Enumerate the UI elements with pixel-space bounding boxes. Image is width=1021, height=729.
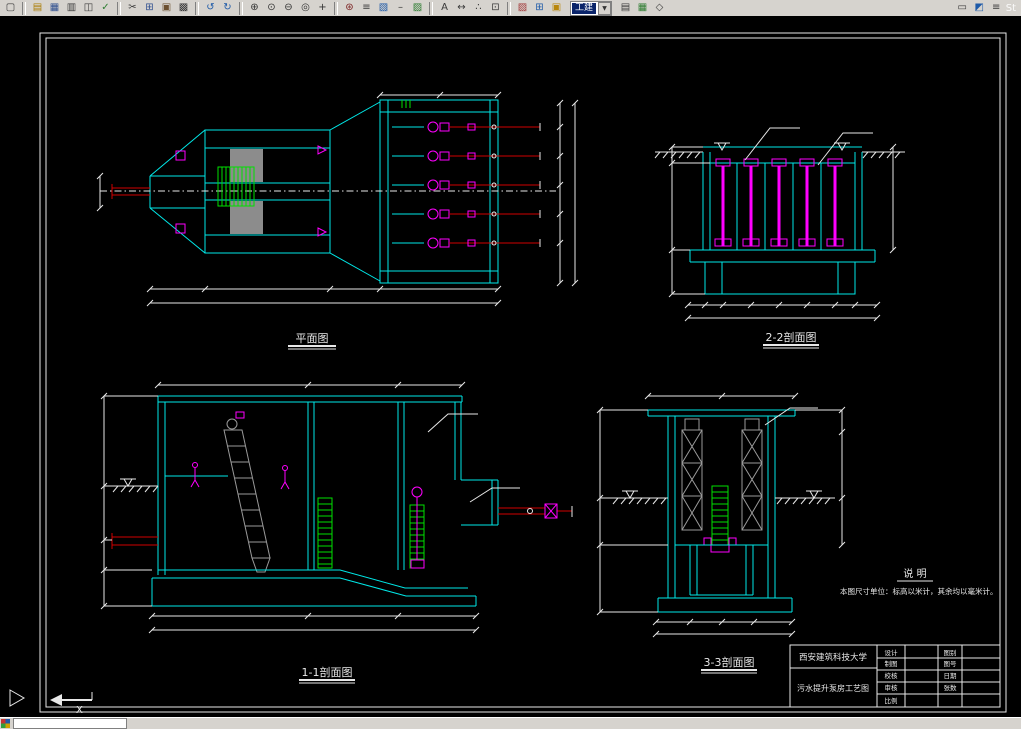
pump-section-1-1 — [410, 486, 425, 569]
copy-icon[interactable]: ⊞ — [141, 0, 158, 16]
title-cell-sheet-type: 图别 — [944, 648, 957, 657]
toolbar-separator — [507, 1, 511, 15]
save-drawing-icon[interactable]: ▦ — [46, 0, 63, 16]
print-preview-icon[interactable]: ◫ — [80, 0, 97, 16]
toolbar-separator — [117, 1, 121, 15]
layer-properties-icon[interactable]: ▧ — [375, 0, 392, 16]
section-1-1-dimensions — [100, 381, 520, 634]
dimension-style-icon[interactable]: ↔ — [453, 0, 470, 16]
zoom-realtime-icon[interactable]: ⊙ — [263, 0, 280, 16]
drawing-canvas-svg[interactable]: 平面图 2-2剖面图 1-1剖面图 3-3剖面图 说 明 本图尺寸单位：标高以米… — [0, 16, 1021, 718]
pump-row — [392, 150, 541, 162]
section-1-1-drawing: 1-1剖面图 — [100, 381, 573, 684]
object-snap-icon[interactable]: ◇ — [651, 0, 669, 16]
toolbar-separator — [239, 1, 243, 15]
section-2-2-drawing: 2-2剖面图 — [654, 127, 905, 349]
section-3-3-drawing: 3-3剖面图 — [596, 392, 846, 674]
water-level-symbol — [120, 478, 136, 488]
toolbar-separator — [334, 1, 338, 15]
command-input[interactable] — [13, 718, 127, 729]
title-cell-sheet-no: 图号 — [944, 660, 958, 668]
plan-view-drawing: 平面图 — [96, 91, 579, 350]
section-2-2-label: 2-2剖面图 — [766, 330, 817, 344]
pump-row — [392, 208, 541, 220]
layer-dropdown[interactable]: 工建 ▼ — [570, 0, 613, 16]
section-3-3-label: 3-3剖面图 — [704, 655, 755, 669]
inlet-pipe-section — [111, 533, 158, 549]
title-cell-scale: 比例 — [885, 696, 898, 705]
title-block-university: 西安建筑科技大学 — [799, 652, 868, 663]
vertical-pumps-section — [714, 158, 844, 247]
plan-dimensions — [96, 91, 579, 307]
make-block-icon[interactable]: ⊞ — [531, 0, 548, 16]
paste-icon[interactable]: ▣ — [158, 0, 175, 16]
drawing-frame — [39, 32, 1007, 713]
title-cell-draft: 制图 — [885, 659, 898, 668]
units-icon[interactable]: ⊡ — [487, 0, 504, 16]
title-block: 西安建筑科技大学 污水提升泵房工艺图 设计 制图 校核 审核 比例 图别 图号 … — [789, 644, 1001, 708]
toolbar-left-icons: ▢ ▤ ▦ ▥ ◫ ✓ ✂ ⊞ ▣ ▩ ↺ ↻ ⊕ ⊙ ⊖ ◎ + ⊛ ≡ ▧ – ▨ A ↔ ∴ ⊡ ▨ ⊞ ▣ — [2, 0, 565, 16]
open-drawing-icon[interactable]: ▤ — [29, 0, 46, 16]
new-drawing-icon[interactable]: ▢ — [2, 0, 19, 16]
zoom-out-icon[interactable]: ⊖ — [280, 0, 297, 16]
pan-icon[interactable]: + — [314, 0, 331, 16]
screen-column-green — [711, 485, 729, 546]
text-style-icon[interactable]: A — [436, 0, 453, 16]
pump-row — [392, 121, 541, 133]
notes-body: 本图尺寸单位：标高以米计，其余均以毫米计。 — [840, 586, 998, 596]
pump-row — [392, 237, 541, 249]
ucs-x-label: X — [76, 705, 83, 716]
notes-title: 说 明 — [903, 567, 926, 580]
hatch-icon[interactable]: ▨ — [409, 0, 426, 16]
window-corner-text: St — [1005, 2, 1016, 14]
insert-block-icon[interactable]: ▣ — [548, 0, 565, 16]
toolbar-far-icons: ▭ ◩ ≡ — [953, 0, 1005, 16]
zoom-extents-icon[interactable]: ◎ — [297, 0, 314, 16]
plan-view-label: 平面图 — [296, 332, 329, 345]
linetype-icon[interactable]: – — [392, 0, 409, 16]
toolbar-right-icons: ▤ ▦ ◇ — [617, 0, 669, 16]
chevron-down-icon[interactable]: ▼ — [598, 1, 612, 15]
section-3-3-dimensions — [596, 392, 846, 638]
redo-icon[interactable]: ↻ — [219, 0, 236, 16]
outlet-pipe — [498, 503, 573, 519]
toolbar-separator — [195, 1, 199, 15]
toolbar-separator — [429, 1, 433, 15]
section-1-1-label: 1-1剖面图 — [302, 665, 353, 679]
spell-check-icon[interactable]: ✓ — [97, 0, 114, 16]
redraw-icon[interactable]: ⊛ — [341, 0, 358, 16]
layer-dropdown-value[interactable]: 工建 — [572, 2, 597, 14]
title-cell-design: 设计 — [885, 648, 899, 657]
main-toolbar: ▢ ▤ ▦ ▥ ◫ ✓ ✂ ⊞ ▣ ▩ ↺ ↻ ⊕ ⊙ ⊖ ◎ + ⊛ ≡ ▧ – ▨ A ↔ ∴ ⊡ ▨ ⊞ ▣ 工建 ▼ ▤ ▦ ◇ ▭… — [0, 0, 1021, 17]
zoom-window-icon[interactable]: ⊕ — [246, 0, 263, 16]
title-cell-date: 日期 — [944, 672, 958, 680]
undo-icon[interactable]: ↺ — [202, 0, 219, 16]
notes-block: 说 明 本图尺寸单位：标高以米计，其余均以毫米计。 — [840, 567, 998, 596]
point-style-icon[interactable]: ∴ — [470, 0, 487, 16]
app-mini-icon[interactable] — [1, 719, 10, 728]
status-bar — [0, 717, 1021, 729]
print-icon[interactable]: ▥ — [63, 0, 80, 16]
design-center-icon[interactable]: ▦ — [634, 0, 652, 16]
toolbar-options-icon[interactable]: ≡ — [987, 0, 1005, 16]
layers-icon[interactable]: ≡ — [358, 0, 375, 16]
pump-row — [392, 179, 541, 191]
mechanical-screen-incline — [223, 411, 271, 573]
title-cell-sheets: 张数 — [944, 683, 958, 692]
match-properties-icon[interactable]: ▩ — [175, 0, 192, 16]
named-views-icon[interactable]: ▭ — [953, 0, 971, 16]
cad-canvas[interactable]: 平面图 2-2剖面图 1-1剖面图 3-3剖面图 说 明 本图尺寸单位：标高以米… — [0, 16, 1021, 718]
title-cell-check: 校核 — [885, 671, 899, 680]
toolbar-separator — [22, 1, 26, 15]
color-control-icon[interactable]: ▨ — [514, 0, 531, 16]
motor-tower — [681, 418, 763, 531]
properties-palette-icon[interactable]: ▤ — [617, 0, 635, 16]
cut-icon[interactable]: ✂ — [124, 0, 141, 16]
orbit-icon[interactable]: ◩ — [970, 0, 988, 16]
title-block-drawing-title: 污水提升泵房工艺图 — [797, 683, 869, 693]
title-cell-review: 审核 — [885, 683, 899, 692]
fine-screen-green — [317, 497, 425, 569]
